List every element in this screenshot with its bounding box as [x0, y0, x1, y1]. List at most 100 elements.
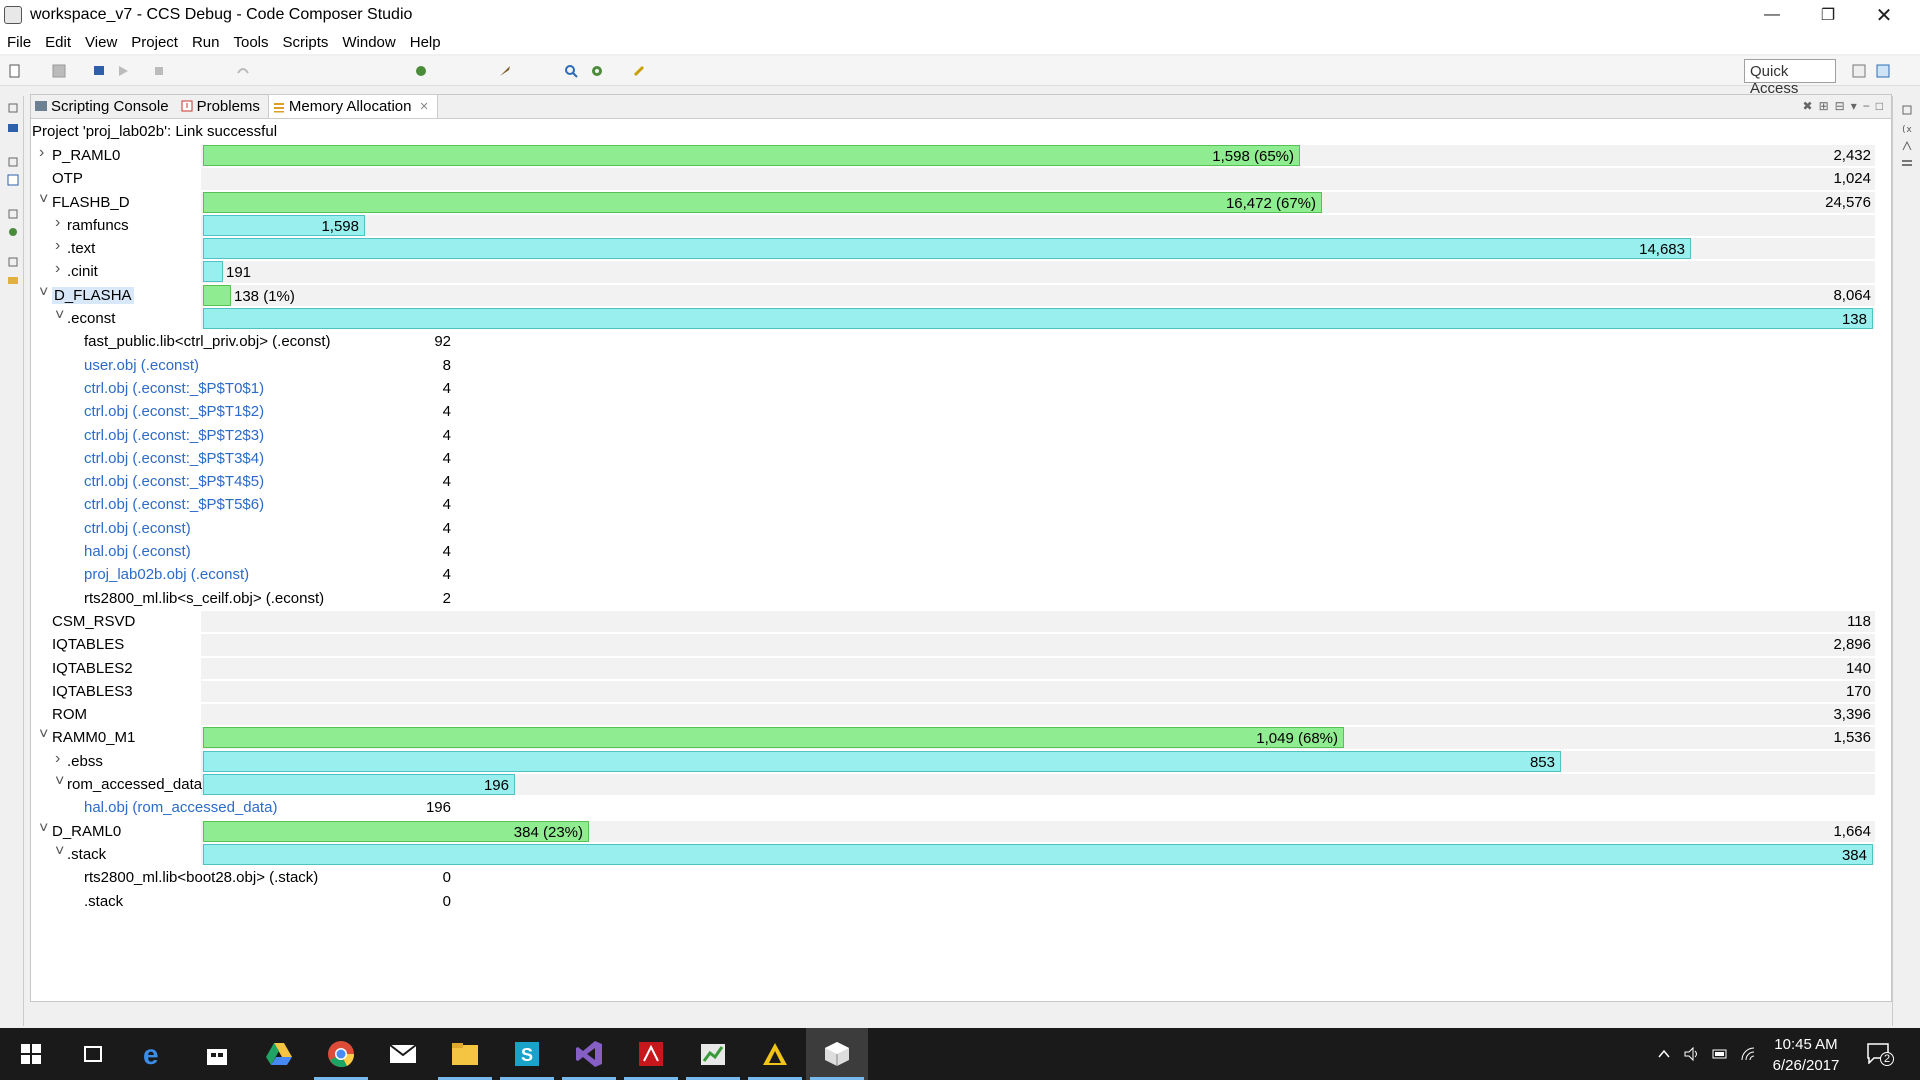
restore-view-icon-3[interactable] — [7, 208, 19, 220]
chevron-right-icon[interactable]: › — [55, 260, 65, 278]
resume-icon[interactable] — [116, 64, 130, 78]
restore-view-icon-2[interactable] — [7, 156, 19, 168]
minimize-button[interactable]: — — [1744, 0, 1800, 30]
memory-row[interactable]: user.obj (.econst) 8 — [31, 354, 1891, 377]
memory-row[interactable]: ˅ D_RAML0 384 (23%) 1,664 — [31, 820, 1891, 843]
new-icon[interactable] — [8, 64, 22, 78]
memory-row[interactable]: rts2800_ml.lib<boot28.obj> (.stack) 0 — [31, 866, 1891, 889]
tab-scripting-console[interactable]: Scripting Console — [31, 94, 177, 118]
menu-project[interactable]: Project — [124, 34, 185, 51]
debug-view-icon[interactable] — [7, 122, 19, 134]
registers-icon[interactable] — [1901, 158, 1913, 170]
terminate-icon[interactable] — [152, 64, 166, 78]
build-icon[interactable] — [498, 64, 512, 78]
variables-icon[interactable]: (x) — [1901, 122, 1913, 134]
menu-view[interactable]: View — [78, 34, 124, 51]
memory-row[interactable]: ˅ .stack 384 — [31, 843, 1891, 866]
section-link[interactable]: ctrl.obj (.econst:_$P$T1$2) — [84, 403, 264, 420]
memory-row[interactable]: ˅ RAMM0_M1 1,049 (68%) 1,536 — [31, 726, 1891, 750]
section-link[interactable]: ctrl.obj (.econst:_$P$T5$6) — [84, 496, 264, 513]
section-link[interactable]: ctrl.obj (.econst) — [84, 520, 191, 537]
code-composer-button[interactable] — [806, 1028, 868, 1080]
chevron-down-icon[interactable]: ˅ — [39, 191, 49, 209]
wifi-icon[interactable] — [1740, 1046, 1756, 1062]
restore-view-icon[interactable] — [7, 102, 19, 114]
gear-icon[interactable] — [590, 64, 604, 78]
clear-icon[interactable]: ✖ — [1803, 99, 1813, 113]
menu-edit[interactable]: Edit — [38, 34, 78, 51]
section-link[interactable]: proj_lab02b.obj (.econst) — [84, 566, 249, 583]
memory-row[interactable]: ctrl.obj (.econst:_$P$T1$2) 4 — [31, 400, 1891, 423]
file-explorer-button[interactable] — [434, 1028, 496, 1080]
step-over-icon[interactable] — [236, 64, 250, 78]
memory-row[interactable]: ˅ D_FLASHA 138 (1%) 8,064 — [31, 284, 1891, 307]
expressions-icon[interactable] — [1901, 140, 1913, 152]
section-link[interactable]: ctrl.obj (.econst:_$P$T3$4) — [84, 450, 264, 467]
memory-row[interactable]: ˅ .econst 138 — [31, 307, 1891, 330]
volume-icon[interactable] — [1684, 1046, 1700, 1062]
chevron-down-icon[interactable]: ˅ — [55, 773, 65, 791]
section-link[interactable]: ctrl.obj (.econst:_$P$T2$3) — [84, 427, 264, 444]
chevron-down-icon[interactable]: ˅ — [39, 726, 49, 744]
memory-row[interactable]: .stack 0 — [31, 890, 1891, 913]
minimize-view-icon[interactable]: − — [1863, 99, 1870, 113]
restore-button[interactable]: ❐ — [1800, 0, 1856, 30]
memory-row[interactable]: ctrl.obj (.econst:_$P$T2$3) 4 — [31, 424, 1891, 447]
drive-sync-button[interactable] — [744, 1028, 806, 1080]
close-button[interactable]: ✕ — [1856, 0, 1912, 30]
memory-row[interactable]: fast_public.lib<ctrl_priv.obj> (.econst)… — [31, 330, 1891, 353]
menu-help[interactable]: Help — [403, 34, 448, 51]
section-link[interactable]: ctrl.obj (.econst:_$P$T0$1) — [84, 380, 264, 397]
memory-row[interactable]: › ramfuncs 1,598 — [31, 214, 1891, 237]
close-tab-icon[interactable]: ✕ — [419, 100, 428, 113]
menu-window[interactable]: Window — [335, 34, 402, 51]
memory-row[interactable]: › .text 14,683 — [31, 237, 1891, 260]
memory-row[interactable]: IQTABLES3 170 — [31, 680, 1891, 703]
memory-row[interactable]: OTP 1,024 — [31, 167, 1891, 190]
search-icon[interactable] — [564, 64, 578, 78]
chevron-right-icon[interactable]: › — [55, 750, 65, 768]
memory-row[interactable]: IQTABLES2 140 — [31, 657, 1891, 680]
memory-row[interactable]: ˅ rom_accessed_data 196 — [31, 773, 1891, 796]
chevron-right-icon[interactable]: › — [55, 214, 65, 232]
menu-run[interactable]: Run — [185, 34, 227, 51]
memory-row[interactable]: › .ebss 853 — [31, 750, 1891, 773]
view-menu-icon[interactable]: ▾ — [1851, 99, 1857, 113]
memory-row[interactable]: ctrl.obj (.econst:_$P$T4$5) 4 — [31, 470, 1891, 493]
section-link[interactable]: hal.obj (.econst) — [84, 543, 191, 560]
battery-icon[interactable] — [1712, 1046, 1728, 1062]
chevron-down-icon[interactable]: ˅ — [39, 284, 49, 302]
memory-row[interactable]: ctrl.obj (.econst:_$P$T3$4) 4 — [31, 447, 1891, 470]
memory-row[interactable]: hal.obj (rom_accessed_data) 196 — [31, 796, 1891, 819]
memory-row[interactable]: ctrl.obj (.econst:_$P$T5$6) 4 — [31, 493, 1891, 516]
chevron-up-icon[interactable] — [1656, 1046, 1672, 1062]
menu-scripts[interactable]: Scripts — [276, 34, 336, 51]
task-view-button[interactable] — [62, 1028, 124, 1080]
debug-icon[interactable] — [92, 64, 106, 78]
expand-all-icon[interactable]: ⊞ — [1819, 99, 1829, 113]
action-center-button[interactable]: 2 — [1866, 1042, 1895, 1066]
target-config-icon[interactable] — [414, 64, 428, 78]
section-link[interactable]: ctrl.obj (.econst:_$P$T4$5) — [84, 473, 264, 490]
outline-icon[interactable] — [7, 274, 19, 286]
acrobat-button[interactable] — [620, 1028, 682, 1080]
chrome-button[interactable] — [310, 1028, 372, 1080]
start-button[interactable] — [0, 1028, 62, 1080]
project-explorer-icon[interactable] — [7, 226, 19, 238]
save-icon[interactable] — [52, 64, 66, 78]
memory-row[interactable]: › .cinit 191 — [31, 260, 1891, 284]
tab-memory-allocation[interactable]: Memory Allocation ✕ — [267, 94, 438, 118]
chevron-right-icon[interactable]: › — [39, 144, 49, 162]
maximize-view-icon[interactable]: □ — [1876, 99, 1883, 113]
editor-icon[interactable] — [7, 174, 19, 186]
simplicity-button[interactable]: S — [496, 1028, 558, 1080]
menu-file[interactable]: File — [0, 34, 38, 51]
memory-row[interactable]: › P_RAML0 1,598 (65%) 2,432 — [31, 144, 1891, 167]
restore-view-icon-right[interactable] — [1901, 104, 1913, 116]
memory-row[interactable]: hal.obj (.econst) 4 — [31, 540, 1891, 563]
chevron-down-icon[interactable]: ˅ — [39, 820, 49, 838]
chevron-down-icon[interactable]: ˅ — [55, 307, 65, 325]
chevron-right-icon[interactable]: › — [55, 237, 65, 255]
visual-studio-button[interactable] — [558, 1028, 620, 1080]
section-link[interactable]: hal.obj (rom_accessed_data) — [84, 799, 277, 816]
